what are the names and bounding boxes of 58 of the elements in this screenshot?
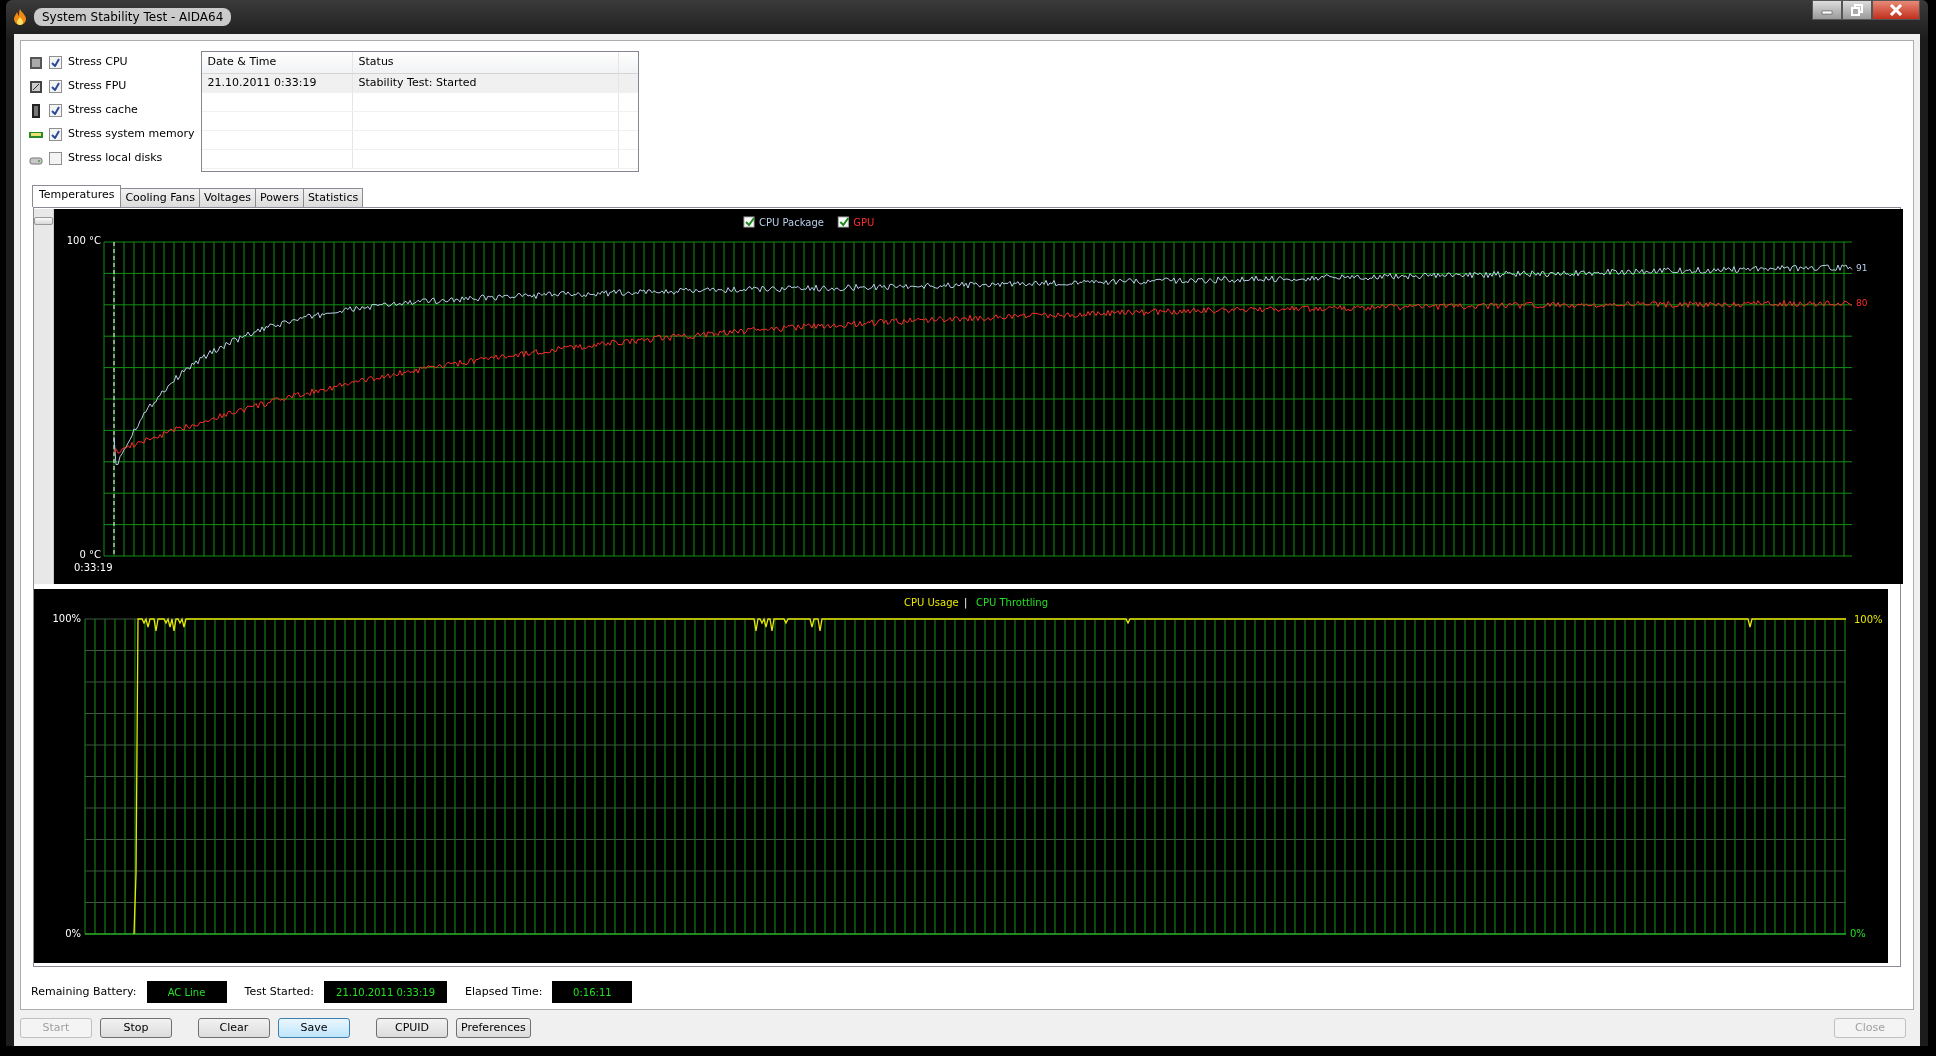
status-label: Elapsed Time: [465, 983, 543, 1000]
tab[interactable]: Voltages [198, 188, 256, 207]
checkbox[interactable] [49, 80, 62, 93]
fpu-chip-icon [29, 79, 43, 94]
legend-label: CPU Package [759, 217, 824, 228]
checkbox-label[interactable]: Stress FPU [68, 78, 127, 95]
dialog-button[interactable]: CPUID [376, 1018, 448, 1038]
minimize-button[interactable] [1812, 0, 1842, 20]
time-label: 0:33:19 [74, 562, 113, 573]
legend-separator: | [964, 597, 968, 608]
dialog-button[interactable]: Clear [198, 1018, 270, 1038]
column-header[interactable]: Date & Time [201, 52, 353, 73]
tab[interactable]: Cooling Fans [120, 188, 200, 207]
axis-label: 0 °C [79, 549, 101, 560]
table-cell: 21.10.2011 0:33:19 [201, 74, 353, 92]
scrollbar-thumb[interactable] [34, 217, 53, 225]
column-header[interactable]: Status [352, 52, 619, 73]
legend-label: CPU Usage [904, 597, 959, 608]
legend-checkbox[interactable] [837, 216, 850, 228]
tab[interactable]: Statistics [302, 188, 364, 207]
window-title: System Stability Test - AIDA64 [34, 8, 232, 26]
flame-icon [12, 8, 28, 26]
checkbox-label[interactable]: Stress CPU [68, 54, 128, 71]
checkbox[interactable] [49, 104, 62, 117]
dialog-button[interactable]: Stop [100, 1018, 172, 1038]
axis-label: 100% [52, 613, 81, 624]
close-button[interactable] [1872, 0, 1920, 20]
current-reading: 91 [1856, 263, 1868, 274]
scrollbar[interactable] [34, 209, 54, 584]
legend-checkbox[interactable] [743, 216, 755, 228]
dialog-button[interactable]: Preferences [456, 1018, 531, 1038]
checkbox-label[interactable]: Stress system memory [68, 126, 195, 143]
status-value: 21.10.2011 0:33:19 [324, 981, 447, 1003]
maximize-button[interactable] [1842, 0, 1872, 20]
table-cell: Stability Test: Started [352, 74, 619, 92]
checkbox-label[interactable]: Stress local disks [68, 150, 163, 167]
cpu-chip-icon [29, 55, 43, 70]
legend-label: CPU Throttling [976, 597, 1049, 608]
checkbox[interactable] [49, 128, 62, 141]
axis-label: 0% [1850, 928, 1866, 939]
dialog-button[interactable]: Save [278, 1018, 350, 1038]
restore-icon [1851, 4, 1863, 16]
checkbox[interactable] [49, 152, 62, 165]
tab[interactable]: Temperatures [32, 185, 122, 207]
axis-label: 0% [65, 928, 81, 939]
status-label: Test Started: [244, 983, 315, 1000]
tab[interactable]: Powers [254, 188, 304, 207]
checkbox-label[interactable]: Stress cache [68, 102, 138, 119]
close-icon [1889, 4, 1903, 16]
legend-label: GPU [853, 217, 875, 228]
cache-chip-icon [29, 103, 43, 118]
checkbox[interactable] [49, 56, 62, 69]
status-value: 0:16:11 [552, 981, 633, 1003]
axis-label: 100% [1854, 614, 1883, 625]
current-reading: 80 [1856, 297, 1868, 308]
status-label: Remaining Battery: [31, 983, 137, 1000]
axis-label: 100 °C [66, 235, 101, 246]
status-value: AC Line [146, 981, 227, 1003]
